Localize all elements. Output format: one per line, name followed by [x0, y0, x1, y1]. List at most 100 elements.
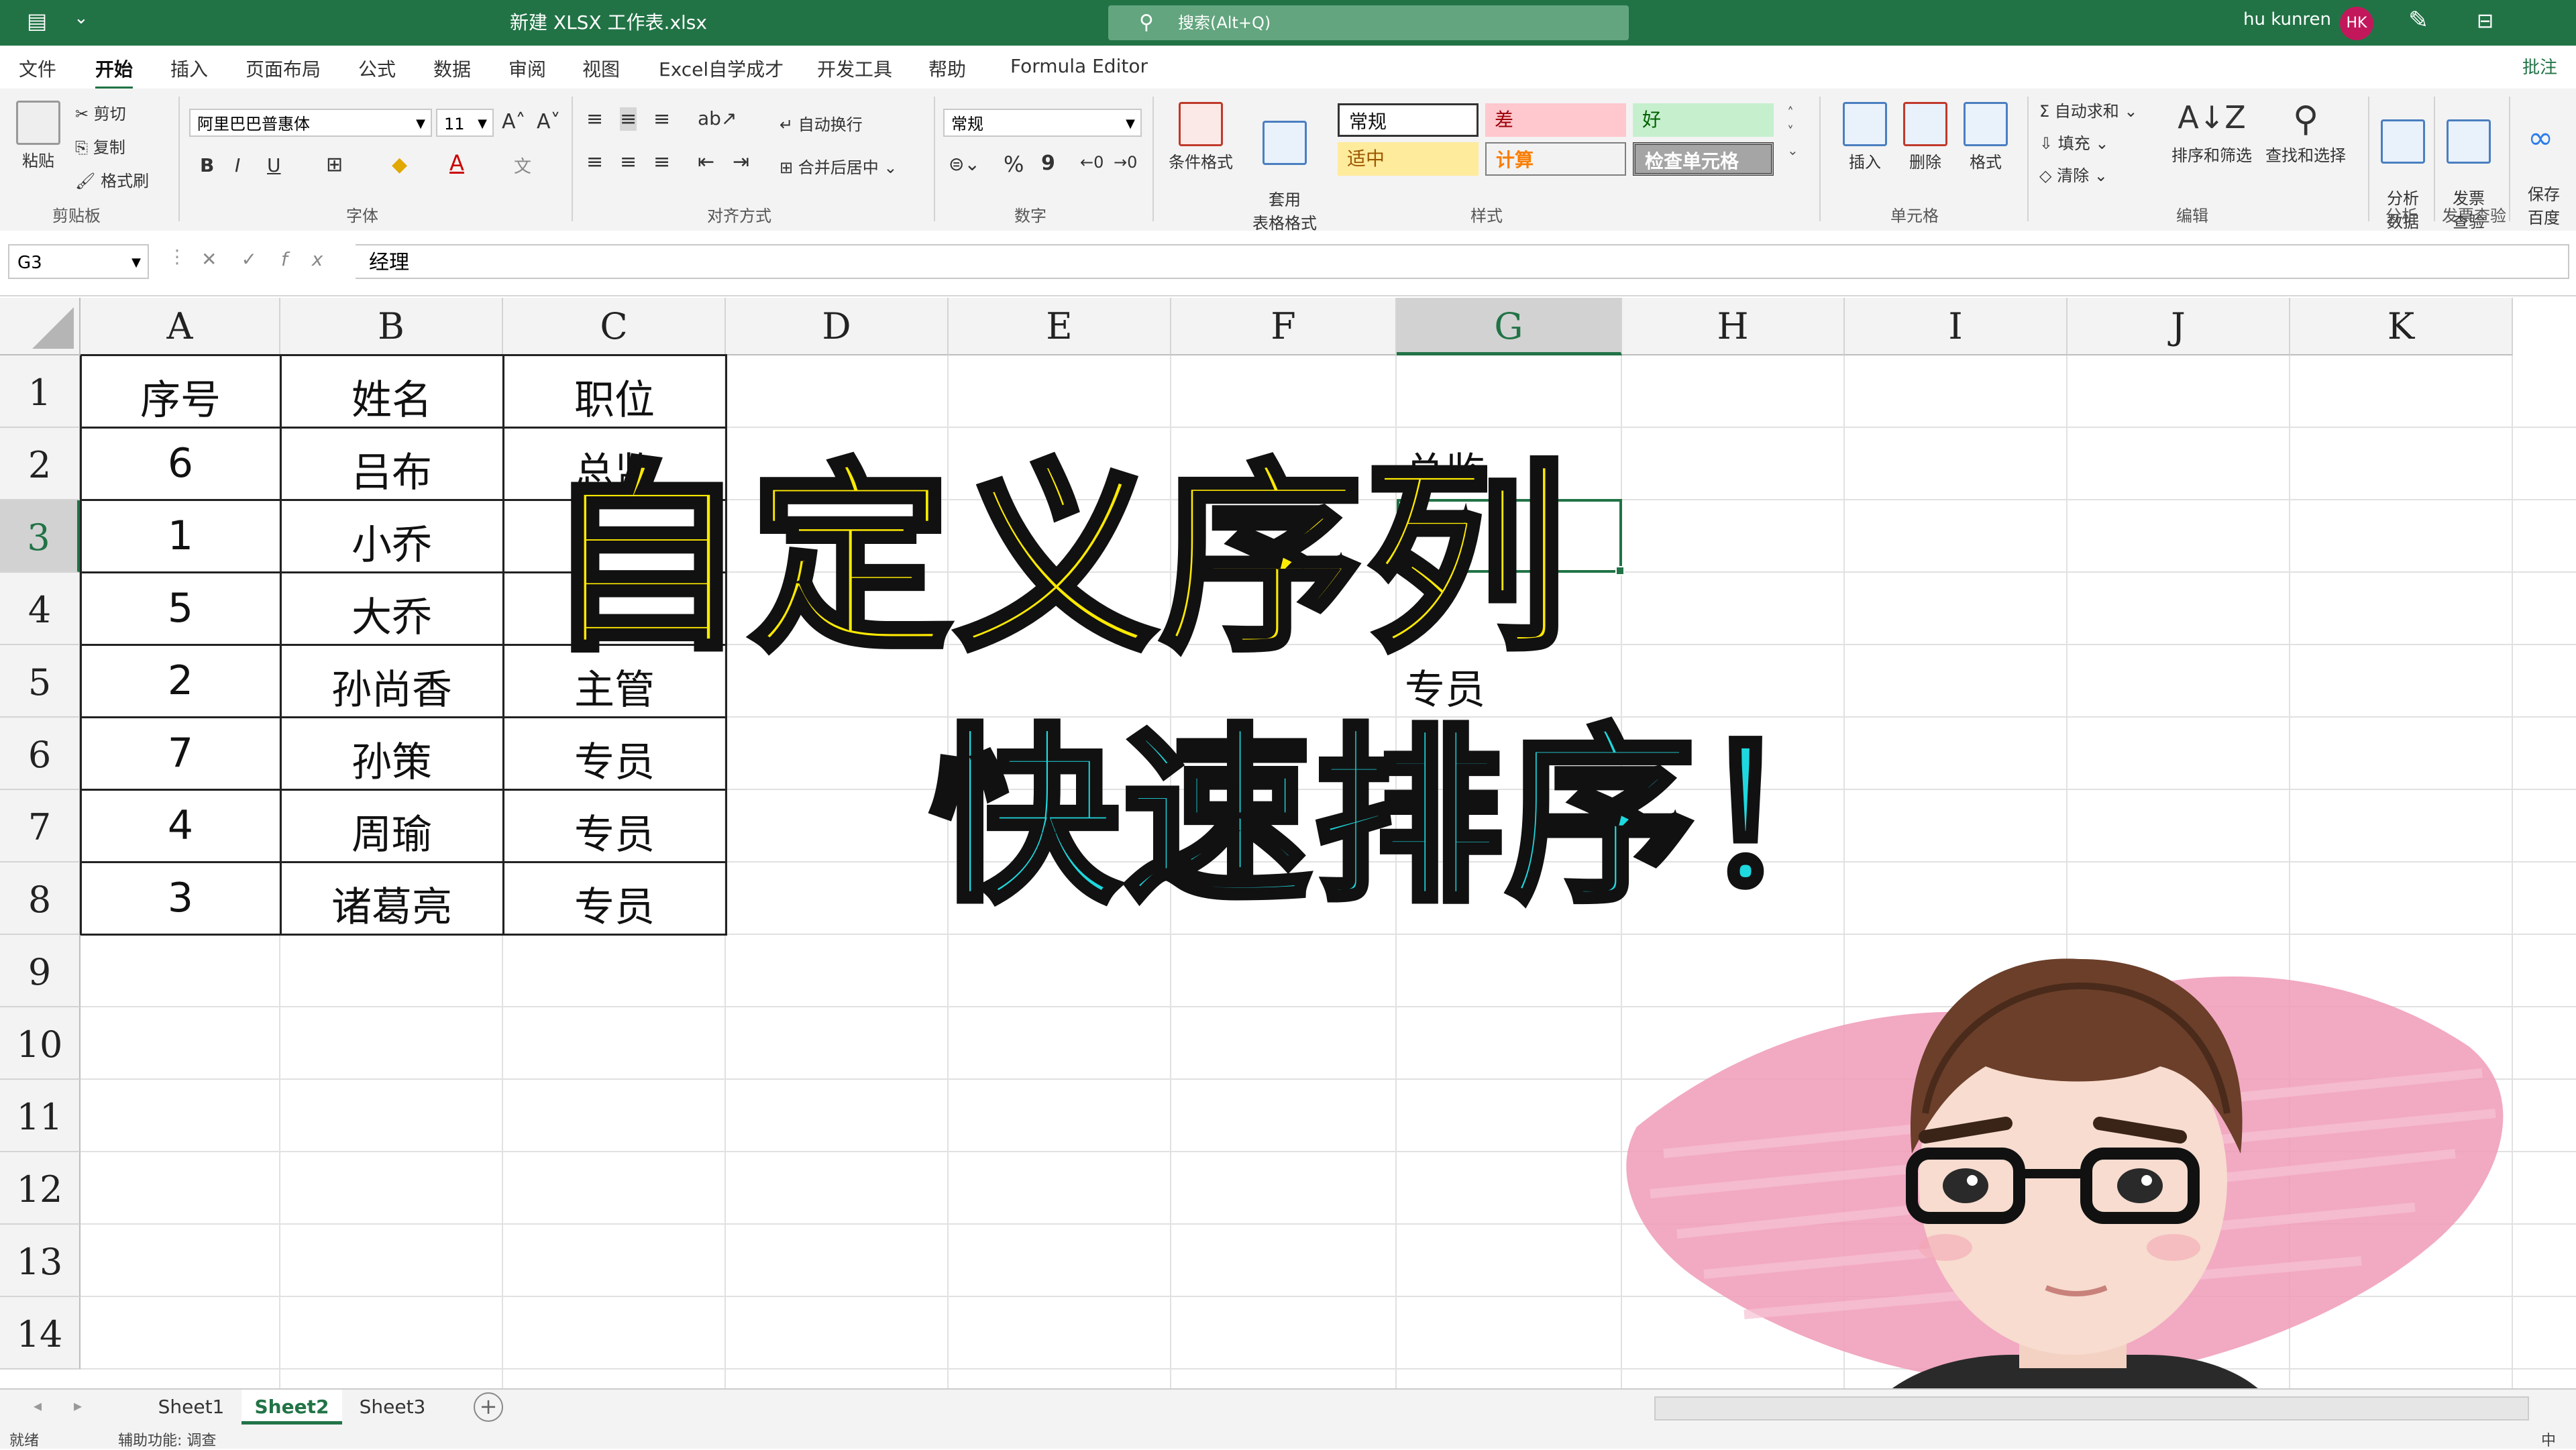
- style-neutral[interactable]: 适中: [1338, 142, 1479, 176]
- file-name[interactable]: 新建 XLSX 工作表.xlsx: [510, 8, 707, 35]
- row-header-10[interactable]: 10: [0, 1007, 80, 1080]
- row-header-7[interactable]: 7: [0, 790, 80, 862]
- search-box[interactable]: ⚲ 搜索(Alt+Q): [1108, 5, 1629, 40]
- accessibility-status[interactable]: 辅助功能: 调查: [118, 1429, 216, 1450]
- cell-c7[interactable]: 专员: [503, 802, 726, 860]
- indent-increase-icon[interactable]: ⇥: [733, 150, 749, 174]
- styles-scroll-icon[interactable]: ˄ ˅ ⌄: [1787, 103, 1799, 160]
- comma-button[interactable]: 9: [1041, 152, 1055, 175]
- enter-icon[interactable]: ✓: [241, 248, 280, 270]
- tab-review[interactable]: 审阅: [508, 55, 546, 82]
- cell-c6[interactable]: 专员: [503, 730, 726, 788]
- copy-button[interactable]: ⎘ 复制: [75, 134, 125, 158]
- pen-icon[interactable]: ✎: [2408, 7, 2428, 34]
- cell-b6[interactable]: 孙策: [280, 730, 503, 788]
- tab-file[interactable]: 文件: [19, 55, 56, 82]
- style-normal[interactable]: 常规: [1338, 103, 1479, 137]
- font-name-select[interactable]: 阿里巴巴普惠体 ▼: [189, 109, 432, 137]
- more-options-icon[interactable]: ⋮: [168, 245, 186, 268]
- cell-a1[interactable]: 序号: [80, 368, 280, 426]
- style-calculation[interactable]: 计算: [1485, 142, 1626, 176]
- tab-home[interactable]: 开始: [95, 55, 133, 90]
- horizontal-scrollbar[interactable]: [1654, 1396, 2529, 1420]
- avatar[interactable]: HK: [2340, 7, 2373, 40]
- increase-decimal-icon[interactable]: ←0: [1080, 153, 1104, 172]
- align-top-icon[interactable]: ≡: [586, 107, 603, 131]
- column-header-a[interactable]: A: [80, 298, 280, 355]
- format-as-table-button[interactable]: 套用 表格格式: [1241, 102, 1328, 233]
- row-header-2[interactable]: 2: [0, 428, 80, 500]
- column-header-c[interactable]: C: [503, 298, 726, 355]
- tab-help[interactable]: 帮助: [928, 55, 966, 82]
- column-header-k[interactable]: K: [2290, 298, 2513, 355]
- cell-a8[interactable]: 3: [80, 875, 280, 922]
- cell-c8[interactable]: 专员: [503, 875, 726, 933]
- add-sheet-button[interactable]: +: [474, 1392, 503, 1422]
- row-header-8[interactable]: 8: [0, 862, 80, 935]
- column-header-e[interactable]: E: [949, 298, 1171, 355]
- row-header-4[interactable]: 4: [0, 573, 80, 645]
- style-bad[interactable]: 差: [1485, 103, 1626, 137]
- insert-cells-button[interactable]: 插入: [1838, 102, 1892, 172]
- row-header-11[interactable]: 11: [0, 1080, 80, 1152]
- format-painter-button[interactable]: 🖌 格式刷: [75, 168, 149, 191]
- style-check-cell[interactable]: 检查单元格: [1633, 142, 1774, 176]
- number-format-select[interactable]: 常规 ▼: [943, 109, 1142, 137]
- font-size-select[interactable]: 11 ▼: [436, 109, 494, 137]
- tab-excel-self-study[interactable]: Excel自学成才: [659, 55, 784, 82]
- tab-insert[interactable]: 插入: [170, 55, 208, 82]
- font-grow-icon[interactable]: A˄: [502, 110, 526, 133]
- fill-button[interactable]: ⇩ 填充 ⌄: [2039, 130, 2109, 154]
- cut-button[interactable]: ✂ 剪切: [75, 101, 126, 124]
- row-header-1[interactable]: 1: [0, 355, 80, 428]
- align-bottom-icon[interactable]: ≡: [653, 107, 670, 131]
- cell-a3[interactable]: 1: [80, 512, 280, 559]
- cell-a7[interactable]: 4: [80, 802, 280, 849]
- row-header-3[interactable]: 3: [0, 500, 80, 573]
- indent-decrease-icon[interactable]: ⇤: [698, 150, 714, 174]
- autosum-button[interactable]: Σ 自动求和 ⌄: [2039, 98, 2138, 121]
- formula-input[interactable]: 经理: [356, 244, 2569, 279]
- align-right-icon[interactable]: ≡: [653, 150, 670, 174]
- sheet-tab-sheet3[interactable]: Sheet3: [342, 1390, 443, 1425]
- cell-a2[interactable]: 6: [80, 440, 280, 487]
- cell-a5[interactable]: 2: [80, 657, 280, 704]
- phonetic-icon[interactable]: 文: [514, 153, 531, 178]
- cell-b5[interactable]: 孙尚香: [280, 657, 503, 716]
- sheet-tab-sheet2[interactable]: Sheet2: [241, 1390, 342, 1425]
- function-icon[interactable]: fx: [281, 248, 347, 270]
- excel-app-icon[interactable]: ▤: [27, 8, 47, 34]
- tab-formulas[interactable]: 公式: [358, 55, 396, 82]
- cell-a4[interactable]: 5: [80, 585, 280, 632]
- tab-view[interactable]: 视图: [582, 55, 620, 82]
- tab-page-layout[interactable]: 页面布局: [246, 55, 321, 82]
- row-header-13[interactable]: 13: [0, 1225, 80, 1297]
- cell-b2[interactable]: 吕布: [280, 440, 503, 498]
- comment-button[interactable]: 批注: [2522, 54, 2557, 78]
- cell-c1[interactable]: 职位: [503, 368, 726, 426]
- delete-cells-button[interactable]: 删除: [1898, 102, 1952, 172]
- name-box[interactable]: G3 ▼: [8, 244, 149, 279]
- row-header-14[interactable]: 14: [0, 1297, 80, 1370]
- column-header-i[interactable]: I: [1845, 298, 2068, 355]
- cell-b3[interactable]: 小乔: [280, 512, 503, 571]
- wrap-text-button[interactable]: ↵ 自动换行: [780, 111, 863, 135]
- quick-access-dropdown-icon[interactable]: ⌄: [74, 8, 89, 28]
- cell-b8[interactable]: 诸葛亮: [280, 875, 503, 933]
- row-header-6[interactable]: 6: [0, 718, 80, 790]
- align-middle-icon[interactable]: ≡: [620, 107, 637, 131]
- ribbon-display-icon[interactable]: ⊟: [2477, 9, 2493, 33]
- decrease-decimal-icon[interactable]: →0: [1114, 153, 1137, 172]
- prev-sheet-icon[interactable]: ◂: [34, 1396, 42, 1415]
- clear-button[interactable]: ◇ 清除 ⌄: [2039, 162, 2108, 186]
- sheet-tab-sheet1[interactable]: Sheet1: [141, 1390, 241, 1425]
- row-header-5[interactable]: 5: [0, 645, 80, 718]
- cancel-icon[interactable]: ✕: [201, 248, 241, 270]
- tab-data[interactable]: 数据: [433, 55, 471, 82]
- tab-formula-editor[interactable]: Formula Editor: [1010, 55, 1148, 77]
- cell-b7[interactable]: 周瑜: [280, 802, 503, 860]
- baidu-save-button[interactable]: ∞ 保存 百度: [2528, 101, 2575, 228]
- format-cells-button[interactable]: 格式: [1959, 102, 2012, 172]
- align-center-icon[interactable]: ≡: [620, 150, 637, 174]
- font-color-icon[interactable]: A: [449, 150, 464, 176]
